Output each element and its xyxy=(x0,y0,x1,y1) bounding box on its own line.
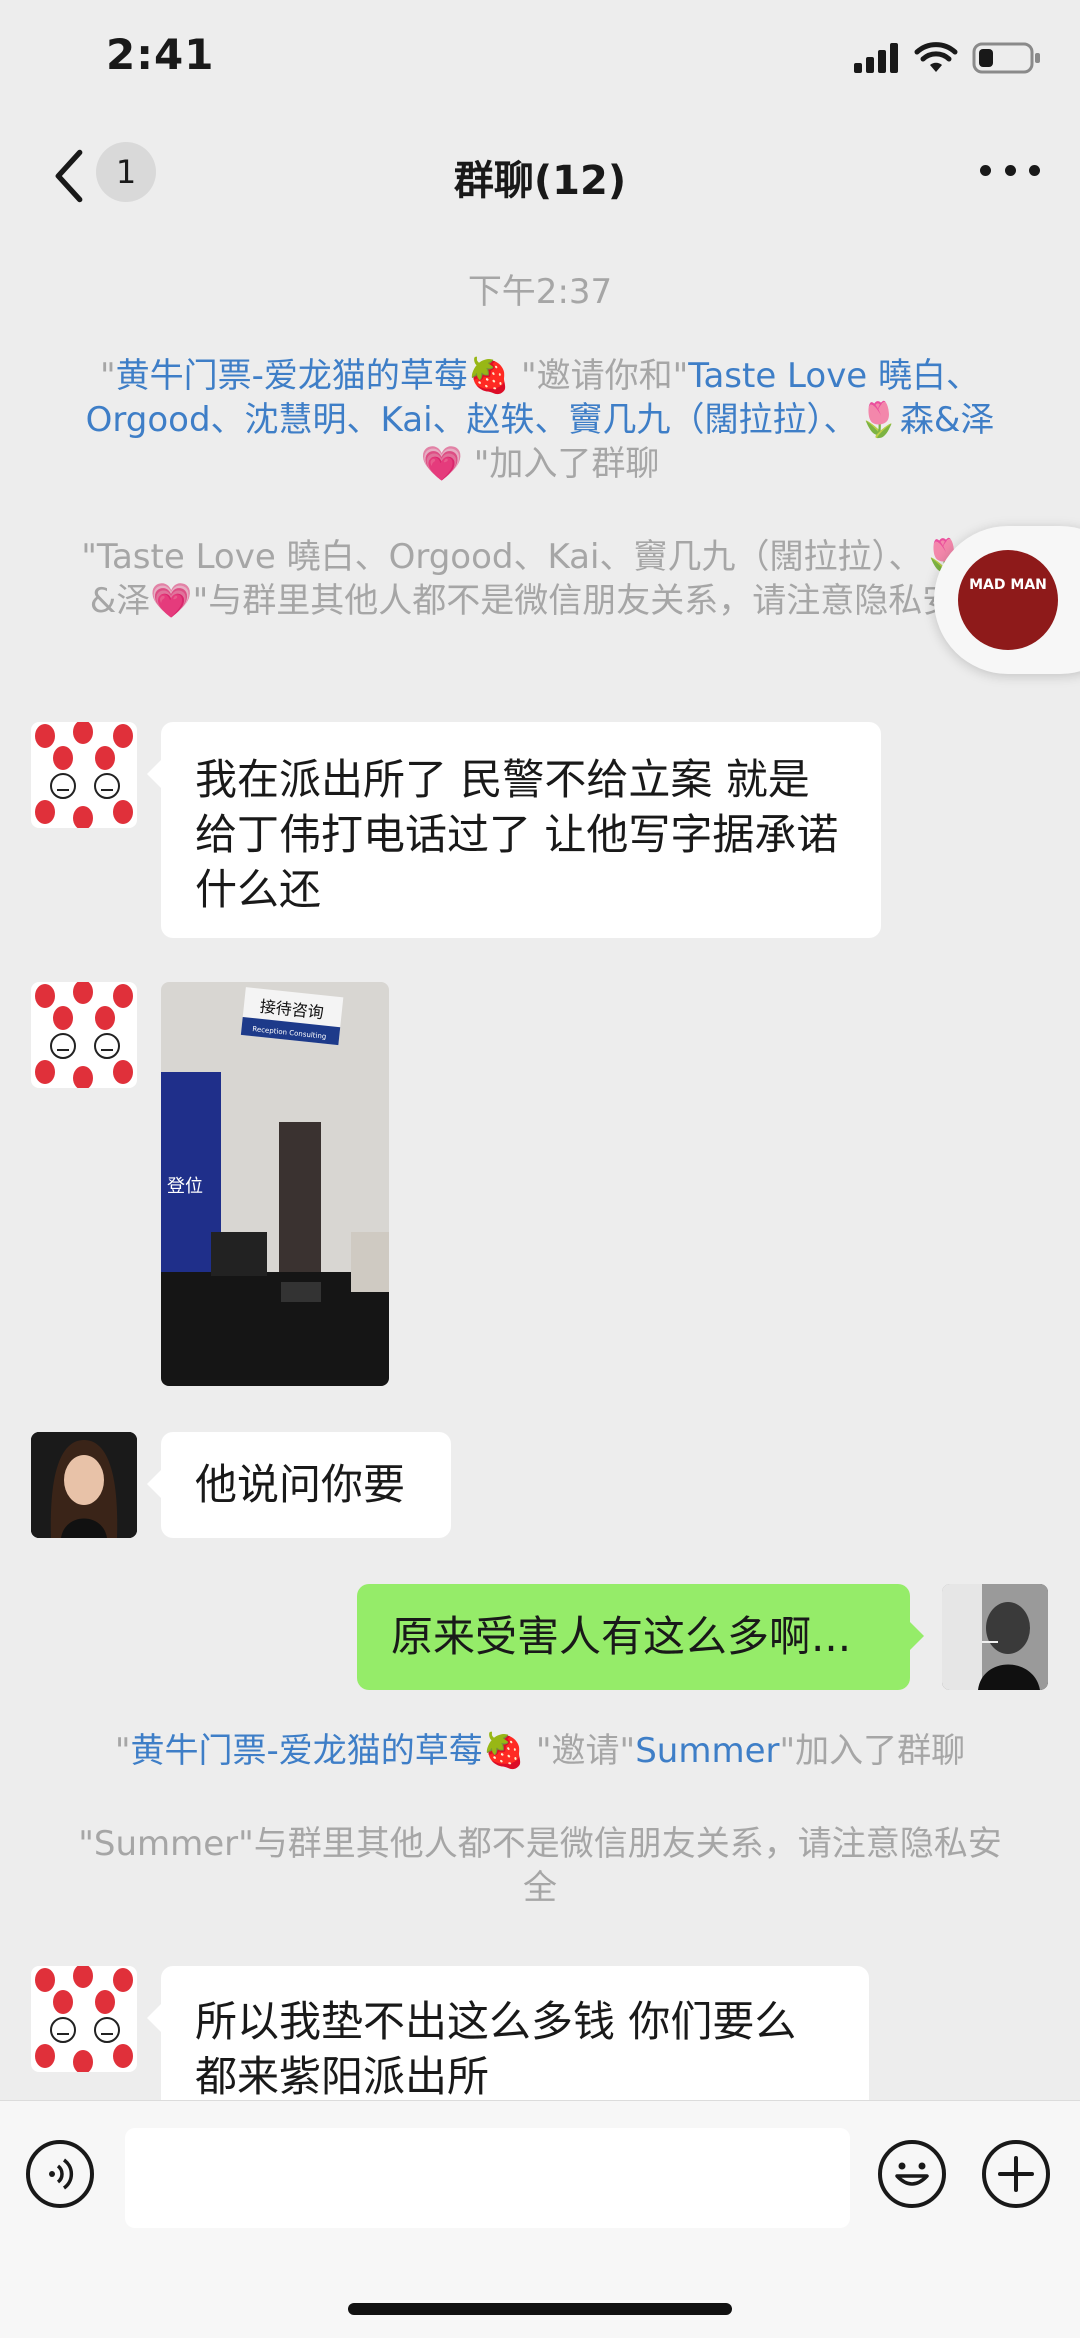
system-note-privacy: "Taste Love 曉白、Orgood、Kai、竇几九（闊拉拉）、🌷森&泽💗… xyxy=(81,537,999,621)
invitee-link[interactable]: Summer xyxy=(635,1731,779,1771)
status-time: 2:41 xyxy=(106,30,215,79)
floating-window-logo: MAD MAN xyxy=(958,550,1058,650)
status-icons xyxy=(854,38,1042,78)
system-note-privacy-2: "Summer"与群里其他人都不是微信朋友关系，请注意隐私安全 xyxy=(78,1824,1002,1908)
system-note-invite: "黄牛门票-爱龙猫的草莓🍓 "邀请你和"Taste Love 曉白、Orgood… xyxy=(85,356,995,484)
inviter-link[interactable]: 黄牛门票-爱龙猫的草莓🍓 xyxy=(131,1731,526,1771)
floating-mini-window[interactable]: MAD MAN xyxy=(934,526,1080,674)
avatar-strawberry[interactable] xyxy=(31,722,137,828)
emoji-icon[interactable] xyxy=(878,2140,946,2208)
message-bubble[interactable]: 我在派出所了 民警不给立案 就是给丁伟打电话过了 让他写字据承诺什么还 xyxy=(147,722,881,938)
more-options-icon[interactable] xyxy=(980,155,1040,185)
voice-input-icon[interactable] xyxy=(26,2140,94,2208)
avatar-strawberry[interactable] xyxy=(31,1966,137,2072)
photo-wall-text: 登位 xyxy=(167,1176,203,1197)
floating-window-label: MAD MAN xyxy=(969,577,1047,593)
message-photo[interactable]: 接待咨询 Reception Consulting 登位 xyxy=(161,982,389,1386)
avatar-strawberry[interactable] xyxy=(31,982,137,1088)
home-indicator xyxy=(348,2303,732,2315)
message-input[interactable] xyxy=(125,2128,850,2228)
wifi-icon xyxy=(914,42,958,72)
signal-icon xyxy=(854,43,898,73)
avatar-me[interactable] xyxy=(942,1584,1048,1690)
message-bubble[interactable]: 他说问你要 xyxy=(147,1432,451,1538)
timestamp: 下午2:37 xyxy=(467,272,613,312)
my-message-bubble[interactable]: 原来受害人有这么多啊... xyxy=(357,1584,924,1690)
page-title: 群聊(12) xyxy=(453,158,627,204)
add-more-icon[interactable] xyxy=(982,2140,1050,2208)
inviter-link[interactable]: 黄牛门票-爱龙猫的草莓🍓 xyxy=(116,356,511,396)
battery-icon xyxy=(972,42,1040,74)
status-bar: 2:41 xyxy=(0,0,1080,120)
system-note-invite-2: "黄牛门票-爱龙猫的草莓🍓 "邀请"Summer"加入了群聊 xyxy=(114,1731,966,1771)
avatar-woman[interactable] xyxy=(31,1432,137,1538)
